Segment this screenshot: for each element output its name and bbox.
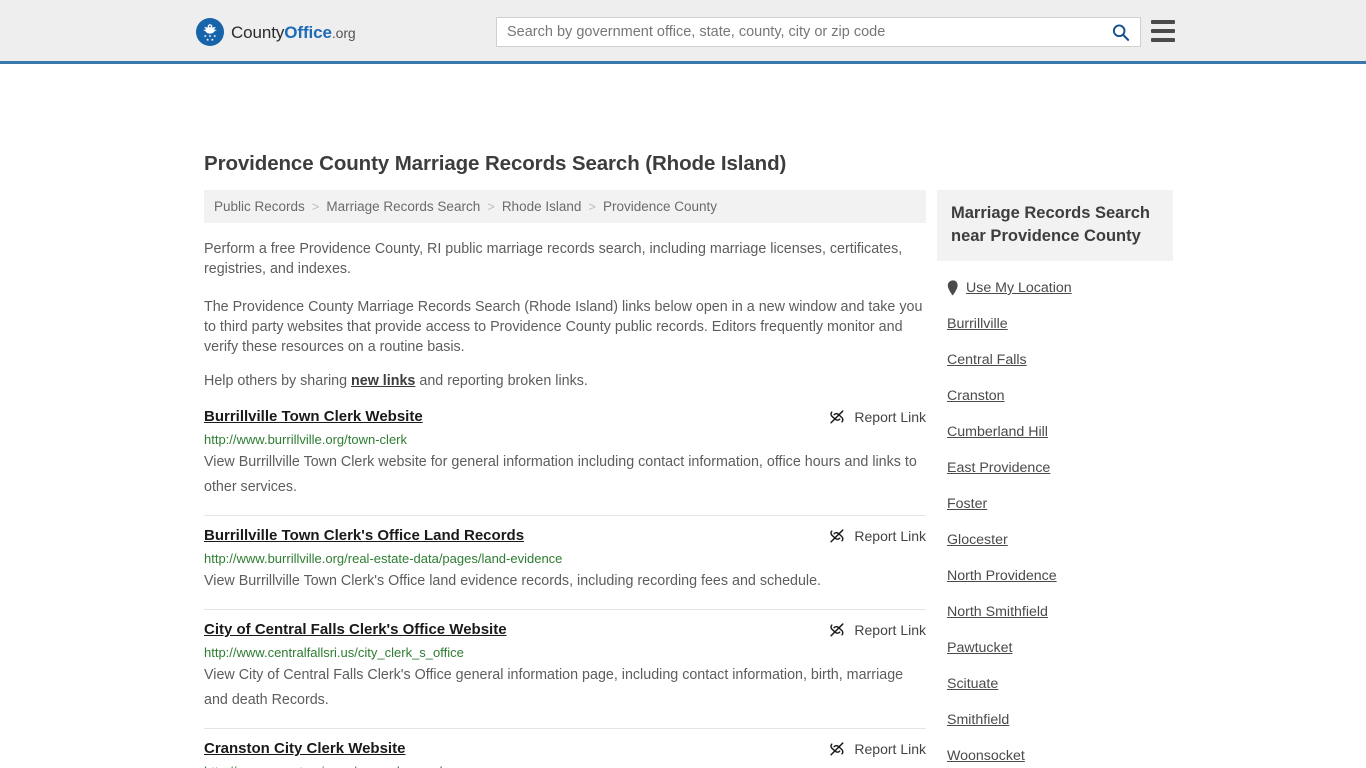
hamburger-menu-icon: [1151, 29, 1175, 33]
result-header: Cranston City Clerk Website Report Link: [204, 739, 926, 759]
report-link-label: Report Link: [854, 409, 926, 425]
sidebar-link[interactable]: Central Falls: [947, 352, 1027, 368]
sidebar-link[interactable]: Cumberland Hill: [947, 424, 1048, 440]
sidebar-link[interactable]: North Smithfield: [947, 604, 1048, 620]
breadcrumb-item-marriage-records-search[interactable]: Marriage Records Search: [326, 199, 480, 214]
breadcrumb-item-rhode-island[interactable]: Rhode Island: [502, 199, 582, 214]
sidebar-item-north-smithfield[interactable]: North Smithfield: [947, 594, 1173, 630]
eagle-seal-icon: [196, 18, 224, 46]
results-list: Burrillville Town Clerk Website Report L…: [204, 405, 926, 768]
result-title-link[interactable]: City of Central Falls Clerk's Office Web…: [204, 620, 507, 640]
report-link-label: Report Link: [854, 741, 926, 757]
sidebar-item-cranston[interactable]: Cranston: [947, 378, 1173, 414]
intro-text-after-link: and reporting broken links.: [415, 373, 588, 389]
result-item: Burrillville Town Clerk's Office Land Re…: [204, 516, 926, 610]
report-link-button[interactable]: Report Link: [808, 621, 926, 639]
search-button[interactable]: [1100, 18, 1140, 46]
breadcrumb-separator-icon: >: [311, 199, 320, 214]
sidebar-link[interactable]: Foster: [947, 496, 987, 512]
result-header: Burrillville Town Clerk Website Report L…: [204, 407, 926, 427]
hamburger-menu-icon: [1151, 20, 1175, 24]
sidebar-link[interactable]: East Providence: [947, 460, 1050, 476]
sidebar-item-north-providence[interactable]: North Providence: [947, 558, 1173, 594]
result-description: View Burrillville Town Clerk's Office la…: [204, 573, 822, 589]
logo-text-office: Office: [284, 22, 332, 42]
broken-link-icon: [830, 410, 844, 424]
broken-link-icon: [830, 623, 844, 637]
sidebar-item-glocester[interactable]: Glocester: [947, 522, 1173, 558]
hamburger-menu-button[interactable]: [1151, 20, 1175, 42]
report-link-button[interactable]: Report Link: [808, 408, 926, 426]
sidebar-item-smithfield[interactable]: Smithfield: [947, 702, 1173, 738]
result-header: City of Central Falls Clerk's Office Web…: [204, 620, 926, 640]
breadcrumb-item-public-records[interactable]: Public Records: [214, 199, 305, 214]
intro-section: Perform a free Providence County, RI pub…: [204, 223, 926, 391]
result-title-link[interactable]: Cranston City Clerk Website: [204, 739, 405, 759]
site-header: CountyOffice.org: [0, 0, 1366, 64]
breadcrumb-separator-icon: >: [588, 199, 596, 214]
breadcrumb: Public Records > Marriage Records Search…: [204, 190, 926, 223]
sidebar-link[interactable]: Cranston: [947, 388, 1005, 404]
sidebar-item-central-falls[interactable]: Central Falls: [947, 342, 1173, 378]
new-links-link[interactable]: new links: [351, 373, 415, 389]
intro-paragraph-1: Perform a free Providence County, RI pub…: [204, 241, 903, 277]
breadcrumb-item-providence-county: Providence County: [602, 199, 718, 214]
hamburger-menu-icon: [1151, 38, 1175, 42]
sidebar-item-use-my-location[interactable]: Use My Location: [947, 270, 1173, 306]
result-url[interactable]: http://www.burrillville.org/town-clerk: [204, 432, 926, 448]
site-logo[interactable]: CountyOffice.org: [196, 18, 356, 46]
sidebar-link[interactable]: Scituate: [947, 676, 998, 692]
page-title: Providence County Marriage Records Searc…: [204, 152, 787, 175]
logo-text-county: County: [231, 22, 285, 42]
result-url[interactable]: http://www.burrillville.org/real-estate-…: [204, 551, 926, 567]
sidebar-item-burrillville[interactable]: Burrillville: [947, 306, 1173, 342]
report-link-button[interactable]: Report Link: [808, 527, 926, 545]
search-input[interactable]: [497, 18, 1100, 46]
logo-text-org: .org: [331, 24, 356, 41]
result-url[interactable]: http://www.cranstonri.com/generalpage.ph…: [204, 764, 926, 768]
sidebar-item-cumberland-hill[interactable]: Cumberland Hill: [947, 414, 1173, 450]
sidebar-link[interactable]: North Providence: [947, 568, 1057, 584]
report-link-label: Report Link: [854, 622, 926, 638]
map-pin-icon: [947, 280, 958, 296]
result-item: Burrillville Town Clerk Website Report L…: [204, 405, 926, 516]
result-header: Burrillville Town Clerk's Office Land Re…: [204, 526, 926, 546]
result-description: View City of Central Falls Clerk's Offic…: [204, 667, 904, 708]
report-link-label: Report Link: [854, 528, 926, 544]
broken-link-icon: [830, 529, 844, 543]
sidebar-item-east-providence[interactable]: East Providence: [947, 450, 1173, 486]
result-description: View Burrillville Town Clerk website for…: [204, 454, 917, 495]
search-bar[interactable]: [496, 17, 1141, 47]
use-my-location-link[interactable]: Use My Location: [966, 280, 1072, 296]
result-title-link[interactable]: Burrillville Town Clerk Website: [204, 407, 423, 427]
sidebar-link[interactable]: Smithfield: [947, 712, 1009, 728]
sidebar-heading: Marriage Records Search near Providence …: [937, 190, 1173, 261]
result-title-link[interactable]: Burrillville Town Clerk's Office Land Re…: [204, 526, 524, 546]
sidebar-link[interactable]: Glocester: [947, 532, 1008, 548]
broken-link-icon: [830, 742, 844, 756]
breadcrumb-separator-icon: >: [487, 199, 495, 214]
result-item: Cranston City Clerk Website Report Link …: [204, 729, 926, 768]
magnifier-icon: [1112, 24, 1129, 41]
intro-text-before-link: Help others by sharing: [204, 373, 352, 389]
intro-paragraph-3: Help others by sharing new links and rep…: [204, 371, 926, 391]
sidebar-item-pawtucket[interactable]: Pawtucket: [947, 630, 1173, 666]
report-link-button[interactable]: Report Link: [808, 740, 926, 758]
main-content: Public Records > Marriage Records Search…: [204, 190, 926, 768]
sidebar: Marriage Records Search near Providence …: [937, 190, 1173, 768]
result-url[interactable]: http://www.centralfallsri.us/city_clerk_…: [204, 645, 926, 661]
sidebar-link[interactable]: Woonsocket: [947, 748, 1025, 764]
sidebar-link[interactable]: Burrillville: [947, 316, 1008, 332]
sidebar-link[interactable]: Pawtucket: [947, 640, 1012, 656]
result-item: City of Central Falls Clerk's Office Web…: [204, 610, 926, 729]
intro-paragraph-2: The Providence County Marriage Records S…: [204, 299, 923, 355]
site-logo-text: CountyOffice.org: [231, 24, 356, 41]
sidebar-nearby-list: Use My Location Burrillville Central Fal…: [937, 270, 1173, 768]
sidebar-item-woonsocket[interactable]: Woonsocket: [947, 738, 1173, 768]
sidebar-item-foster[interactable]: Foster: [947, 486, 1173, 522]
sidebar-item-scituate[interactable]: Scituate: [947, 666, 1173, 702]
